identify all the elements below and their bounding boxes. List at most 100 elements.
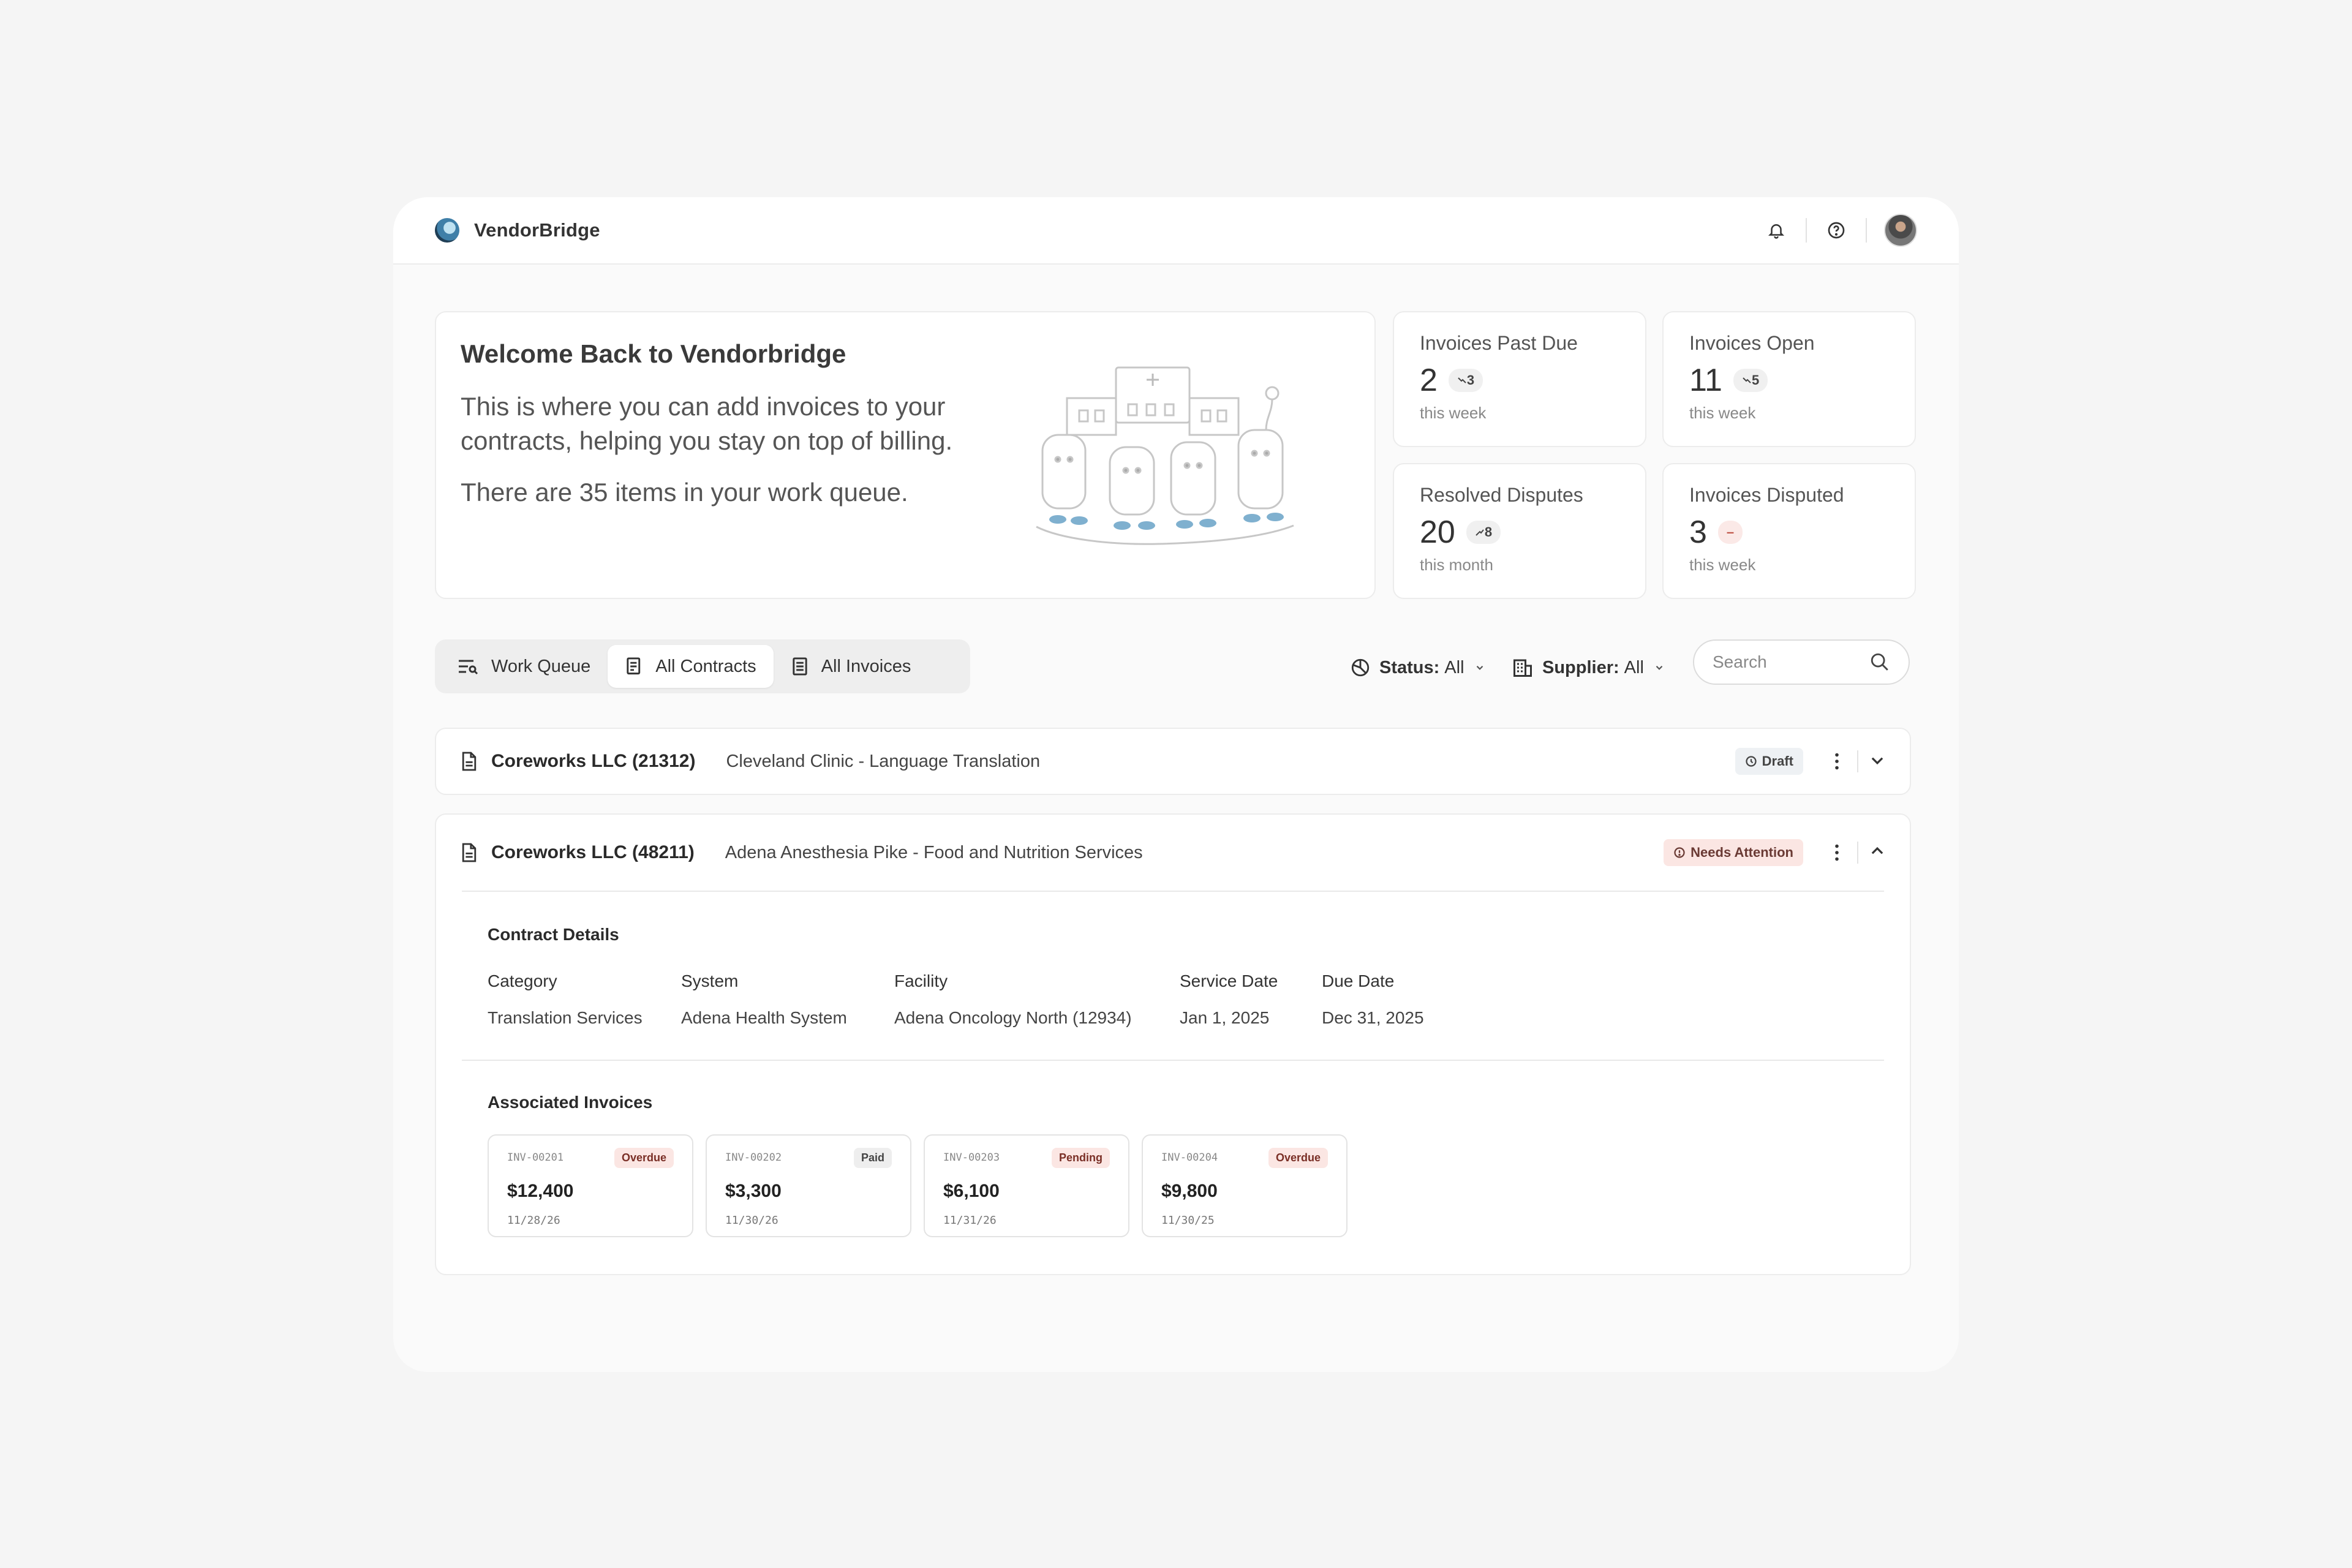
trend-down-icon xyxy=(1743,377,1751,383)
associated-invoices-section: Associated Invoices INV-00201 Overdue $1… xyxy=(436,1061,1910,1269)
stat-delta-badge: – xyxy=(1717,521,1743,544)
brand-logo-icon xyxy=(435,218,459,243)
status-badge: Draft xyxy=(1735,748,1803,775)
contract-details-title: Contract Details xyxy=(488,925,619,944)
invoice-list-icon xyxy=(793,657,807,676)
contract-header[interactable]: Coreworks LLC (48211) Adena Anesthesia P… xyxy=(436,815,1910,891)
chevron-down-icon xyxy=(1656,665,1663,670)
contract-description: Cleveland Clinic - Language Translation xyxy=(726,751,1041,771)
detail-label: Facility xyxy=(894,971,948,990)
search-input[interactable] xyxy=(1713,652,1860,672)
stat-delta-badge: 3 xyxy=(1448,369,1483,392)
invoice-amount: $3,300 xyxy=(725,1181,782,1201)
filter-value: All xyxy=(1624,657,1644,677)
tab-work-queue[interactable]: Work Queue xyxy=(440,645,608,688)
invoice-status-badge: Paid xyxy=(853,1148,892,1168)
detail-due-date: Due Date Dec 31, 2025 xyxy=(1322,971,1469,1028)
top-divider xyxy=(1866,218,1867,243)
invoice-card[interactable]: INV-00204 Overdue $9,800 11/30/25 xyxy=(1142,1134,1348,1237)
contract-icon xyxy=(627,657,641,675)
stat-card-invoices-open[interactable]: Invoices Open 11 5 this week xyxy=(1662,311,1916,447)
stat-period: this week xyxy=(1689,404,1756,422)
invoice-amount: $9,800 xyxy=(1161,1181,1218,1201)
brand-name: VendorBridge xyxy=(474,219,600,241)
stat-card-invoices-past-due[interactable]: Invoices Past Due 2 3 this week xyxy=(1393,311,1646,447)
stat-delta-value: 3 xyxy=(1466,372,1475,388)
work-queue-count-text: There are 35 items in your work queue. xyxy=(461,478,908,507)
divider xyxy=(1857,842,1858,864)
filter-value: All xyxy=(1444,657,1464,677)
stat-value: 11 xyxy=(1689,363,1722,398)
contract-row-expanded: Coreworks LLC (48211) Adena Anesthesia P… xyxy=(435,813,1911,1275)
stat-period: this month xyxy=(1420,556,1493,574)
top-bar: VendorBridge xyxy=(393,197,1959,265)
invoice-date: 11/28/26 xyxy=(507,1214,560,1227)
contract-header[interactable]: Coreworks LLC (21312) Cleveland Clinic -… xyxy=(436,729,1910,794)
filter-label: Supplier: xyxy=(1542,657,1619,677)
contract-row[interactable]: Coreworks LLC (21312) Cleveland Clinic -… xyxy=(435,728,1911,795)
detail-category: Category Translation Services xyxy=(488,971,681,1028)
stat-card-resolved-disputes[interactable]: Resolved Disputes 20 8 this month xyxy=(1393,463,1646,599)
invoice-card[interactable]: INV-00201 Overdue $12,400 11/28/26 xyxy=(488,1134,693,1237)
status-text: Draft xyxy=(1762,753,1793,769)
associated-invoices-title: Associated Invoices xyxy=(488,1093,653,1112)
search-icon[interactable] xyxy=(1869,652,1890,673)
invoice-status-badge: Overdue xyxy=(1268,1148,1328,1168)
status-badge: Needs Attention xyxy=(1664,839,1803,866)
stat-value: 2 xyxy=(1420,363,1438,398)
trend-up-icon xyxy=(1476,529,1484,536)
more-options-icon[interactable] xyxy=(1828,753,1846,770)
detail-label: System xyxy=(681,971,739,990)
stat-title: Invoices Disputed xyxy=(1689,484,1844,506)
chevron-down-icon[interactable] xyxy=(1869,752,1885,771)
invoice-date: 11/30/26 xyxy=(725,1214,778,1227)
stat-delta-badge: 5 xyxy=(1733,369,1768,392)
user-avatar[interactable] xyxy=(1884,214,1917,247)
notifications-bell-icon[interactable] xyxy=(1764,218,1789,243)
invoice-card[interactable]: INV-00202 Paid $3,300 11/30/26 xyxy=(706,1134,911,1237)
contract-details-section: Contract Details Category Translation Se… xyxy=(436,892,1910,1060)
stat-period: this week xyxy=(1420,404,1487,422)
detail-value: Jan 1, 2025 xyxy=(1180,1008,1270,1027)
trend-down-icon xyxy=(1458,377,1466,383)
document-icon xyxy=(462,752,477,771)
stat-delta-value: 8 xyxy=(1484,524,1493,540)
more-options-icon[interactable] xyxy=(1828,844,1846,861)
tab-all-invoices[interactable]: All Invoices xyxy=(774,645,929,688)
detail-value: Translation Services xyxy=(488,1008,643,1027)
filter-label: Status: xyxy=(1379,657,1440,677)
invoice-amount: $6,100 xyxy=(943,1181,1000,1201)
stat-period: this week xyxy=(1689,556,1756,574)
detail-value: Adena Oncology North (12934) xyxy=(894,1008,1132,1027)
chevron-down-icon xyxy=(1476,665,1483,670)
tab-all-contracts[interactable]: All Contracts xyxy=(608,645,774,688)
detail-value: Adena Health System xyxy=(681,1008,847,1027)
invoice-card[interactable]: INV-00203 Pending $6,100 11/31/26 xyxy=(924,1134,1129,1237)
contract-description: Adena Anesthesia Pike - Food and Nutriti… xyxy=(725,842,1143,862)
stat-card-invoices-disputed[interactable]: Invoices Disputed 3 – this week xyxy=(1662,463,1916,599)
status-filter-dropdown[interactable]: Status: All xyxy=(1350,650,1494,685)
welcome-description: This is where you can add invoices to yo… xyxy=(461,392,953,455)
invoice-date: 11/31/26 xyxy=(943,1214,997,1227)
supplier-filter-dropdown[interactable]: Supplier: All xyxy=(1512,650,1673,685)
stat-delta-value: – xyxy=(1726,524,1735,540)
app-window: VendorBridge Welcome Back to Vendorbridg… xyxy=(393,197,1959,1372)
stat-value: 20 xyxy=(1420,514,1455,550)
stat-title: Invoices Past Due xyxy=(1420,332,1578,354)
detail-service-date: Service Date Jan 1, 2025 xyxy=(1180,971,1322,1028)
clock-icon xyxy=(1746,756,1757,767)
queue-icon xyxy=(459,660,478,675)
invoice-date: 11/30/25 xyxy=(1161,1214,1215,1227)
stat-value: 3 xyxy=(1689,514,1707,550)
status-chart-icon xyxy=(1351,658,1370,677)
chevron-up-icon[interactable] xyxy=(1869,843,1885,862)
top-divider xyxy=(1806,218,1807,243)
stat-delta-badge: 8 xyxy=(1466,521,1501,544)
help-icon[interactable] xyxy=(1824,218,1849,243)
contract-supplier: Coreworks LLC (48211) xyxy=(491,842,695,862)
tab-label: Work Queue xyxy=(491,656,591,676)
view-tabs: Work Queue All Contracts All Invoices xyxy=(435,639,970,693)
stat-delta-value: 5 xyxy=(1751,372,1760,388)
detail-label: Category xyxy=(488,971,557,990)
detail-system: System Adena Health System xyxy=(681,971,894,1028)
